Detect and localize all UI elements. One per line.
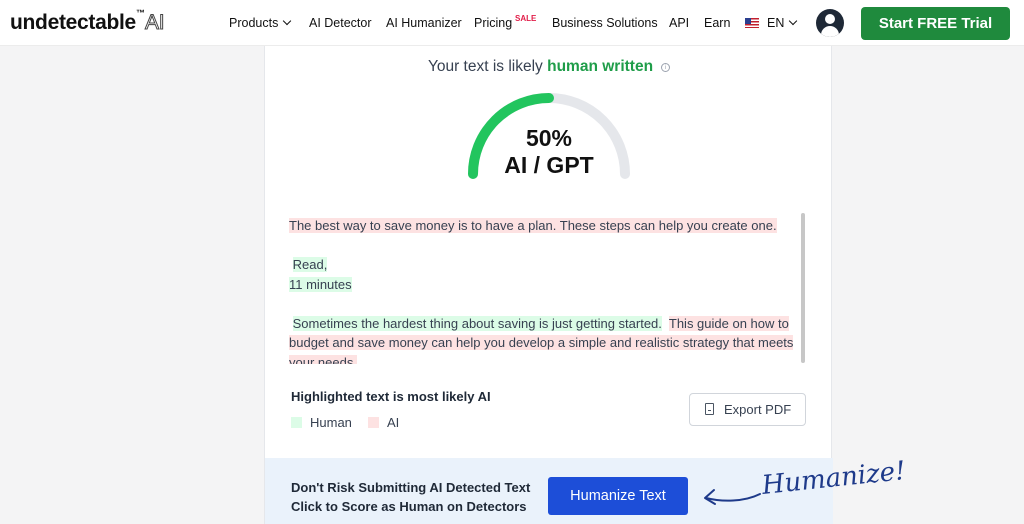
- logo[interactable]: undetectable ™ AI: [10, 8, 165, 35]
- language-label: EN: [767, 16, 785, 30]
- nav-api[interactable]: API: [669, 16, 689, 30]
- nav-ai-detector[interactable]: AI Detector: [309, 16, 372, 30]
- verdict-prefix: Your text is likely: [427, 58, 543, 75]
- human-highlighted-text: Read,: [292, 257, 328, 272]
- analyzed-text[interactable]: The best way to save money is to have a …: [289, 214, 805, 364]
- nav-ai-humanizer[interactable]: AI Humanizer: [386, 16, 462, 30]
- banner-line-1: Don't Risk Submitting AI Detected Text: [291, 480, 531, 495]
- ai-swatch: [368, 417, 379, 428]
- sale-badge: SALE: [515, 14, 537, 23]
- start-free-trial-button[interactable]: Start FREE Trial: [861, 7, 1010, 40]
- gauge-label: AI / GPT: [504, 152, 594, 178]
- banner-line-2: Click to Score as Human on Detectors: [291, 499, 527, 514]
- legend-ai-label: AI: [387, 415, 400, 430]
- chevron-down-icon: [283, 16, 292, 26]
- logo-ai: AI: [144, 11, 165, 35]
- nav-earn[interactable]: Earn: [704, 16, 730, 30]
- nav-products[interactable]: Products: [229, 16, 292, 30]
- info-icon[interactable]: i: [661, 63, 671, 72]
- verdict-highlight: human written: [547, 58, 654, 75]
- logo-text: undetectable: [10, 11, 136, 34]
- legend-human-label: Human: [310, 415, 352, 430]
- legend-ai: AI: [368, 415, 399, 430]
- text-scrollbar[interactable]: [801, 213, 805, 363]
- export-pdf-button[interactable]: Export PDF: [689, 393, 806, 426]
- highlight-note: Highlighted text is most likely AI: [291, 389, 491, 404]
- human-swatch: [291, 417, 302, 428]
- verdict: Your text is likely human written i: [265, 58, 833, 76]
- nav-pricing[interactable]: Pricing: [474, 16, 512, 30]
- user-avatar-icon[interactable]: [816, 9, 844, 37]
- us-flag-icon: [745, 18, 759, 28]
- chevron-down-icon: [789, 16, 798, 26]
- arrow-left-icon: [704, 489, 761, 505]
- humanize-text-button[interactable]: Humanize Text: [548, 477, 688, 515]
- language-selector[interactable]: EN: [767, 16, 798, 30]
- nav-business-solutions[interactable]: Business Solutions: [552, 16, 658, 30]
- human-highlighted-text: Sometimes the hardest thing about saving…: [292, 315, 662, 331]
- pdf-file-icon: [705, 403, 714, 415]
- legend-human: Human: [291, 415, 352, 430]
- logo-trademark: ™: [136, 8, 145, 18]
- ai-highlighted-text: The best way to save money is to have a …: [289, 218, 777, 233]
- export-pdf-label: Export PDF: [724, 402, 792, 417]
- top-nav: undetectable ™ AI Products AI Detector A…: [0, 0, 1024, 46]
- nav-products-label: Products: [229, 16, 279, 30]
- result-card: Your text is likely human written i 50% A…: [264, 46, 833, 524]
- human-highlighted-text: 11 minutes: [289, 276, 352, 292]
- ai-percentage: 50%: [525, 125, 573, 151]
